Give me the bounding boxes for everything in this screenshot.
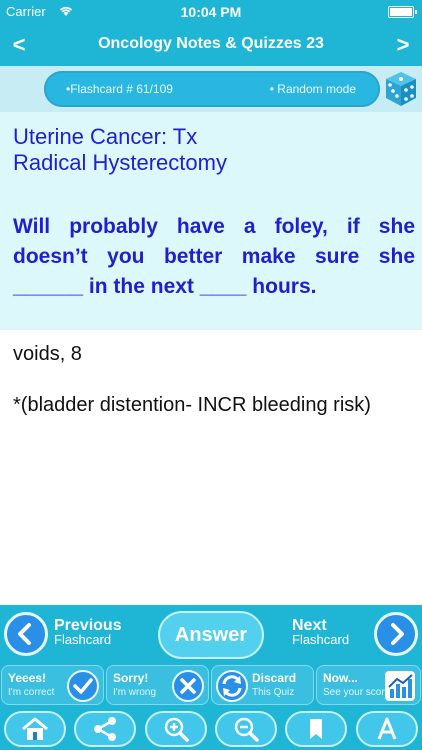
check-icon bbox=[67, 670, 99, 702]
correct-button[interactable]: Yeees! I'm correct bbox=[1, 665, 104, 705]
bookmark-icon bbox=[310, 718, 323, 739]
discard-quiz-button[interactable]: Discard This Quiz bbox=[211, 665, 314, 705]
clock: 10:04 PM bbox=[180, 4, 242, 20]
page-title: Oncology Notes & Quizzes 23 bbox=[98, 35, 324, 52]
next-button[interactable] bbox=[374, 612, 418, 656]
answer-button[interactable]: Answer bbox=[158, 611, 264, 659]
zoom-out-icon bbox=[234, 717, 259, 742]
recycle-icon bbox=[216, 670, 248, 702]
share-button[interactable] bbox=[70, 707, 140, 750]
status-bar: Carrier 10:04 PM bbox=[0, 0, 422, 24]
question-panel: Uterine Cancer: Tx Radical Hysterectomy … bbox=[0, 112, 422, 330]
arrow-right-icon bbox=[391, 623, 404, 645]
score-button[interactable]: Now... See your score bbox=[316, 665, 421, 705]
previous-title: Previous bbox=[54, 617, 122, 634]
home-button[interactable] bbox=[0, 707, 70, 750]
score-title: Now... bbox=[323, 671, 358, 685]
wrong-title: Sorry! bbox=[113, 671, 149, 685]
answer-note: *(bladder distention- INCR bleeding risk… bbox=[13, 394, 371, 416]
wrong-button[interactable]: Sorry! I'm wrong bbox=[106, 665, 209, 705]
previous-subtitle: Flashcard bbox=[54, 632, 112, 647]
dice-icon[interactable] bbox=[384, 70, 418, 108]
chart-icon bbox=[385, 671, 415, 701]
correct-title: Yeees! bbox=[8, 671, 47, 685]
next-label[interactable]: Next Flashcard bbox=[292, 617, 350, 647]
share-icon bbox=[94, 716, 117, 741]
answer-panel: voids, 8 *(bladder distention- INCR blee… bbox=[0, 330, 422, 605]
question-subtopic: Radical Hysterectomy bbox=[13, 150, 227, 175]
correct-subtitle: I'm correct bbox=[8, 687, 55, 698]
font-icon bbox=[377, 717, 397, 740]
answer-text: voids, 8 bbox=[13, 343, 82, 365]
discard-subtitle: This Quiz bbox=[252, 687, 295, 698]
wrong-subtitle: I'm wrong bbox=[113, 687, 157, 698]
zoom-out-button[interactable] bbox=[211, 707, 281, 750]
next-title: Next bbox=[292, 617, 327, 634]
info-strip: •Flashcard # 61/109 • Random mode bbox=[0, 66, 422, 112]
zoom-in-icon bbox=[164, 717, 189, 742]
chevron-left-icon[interactable]: < bbox=[4, 30, 34, 60]
zoom-in-button[interactable] bbox=[141, 707, 211, 750]
toolbar bbox=[0, 707, 422, 750]
question-text: Will probably have a foley, if she doesn… bbox=[13, 215, 415, 298]
previous-button[interactable] bbox=[4, 612, 48, 656]
score-subtitle: See your score bbox=[323, 687, 391, 698]
home-icon bbox=[22, 717, 49, 740]
card-info-pill: •Flashcard # 61/109 • Random mode bbox=[44, 71, 380, 107]
chevron-right-icon[interactable]: > bbox=[388, 30, 418, 60]
bookmark-button[interactable] bbox=[281, 707, 351, 750]
question-topic: Uterine Cancer: Tx bbox=[13, 124, 198, 149]
mode-label: • Random mode bbox=[269, 82, 356, 96]
flashcard-counter: •Flashcard # 61/109 bbox=[66, 82, 173, 96]
question-title: Uterine Cancer: Tx Radical Hysterectomy bbox=[13, 124, 413, 176]
flashcard-controls: Previous Flashcard Answer Next Flashcard bbox=[0, 605, 422, 663]
previous-label[interactable]: Previous Flashcard bbox=[54, 617, 122, 647]
score-controls: Yeees! I'm correct Sorry! I'm wrong Disc… bbox=[0, 663, 422, 707]
battery-icon bbox=[388, 6, 417, 18]
nav-bar: < Oncology Notes & Quizzes 23 > bbox=[0, 24, 422, 66]
arrow-left-icon bbox=[18, 623, 31, 645]
discard-title: Discard bbox=[252, 671, 297, 685]
x-icon bbox=[172, 670, 204, 702]
next-subtitle: Flashcard bbox=[292, 632, 350, 647]
font-button[interactable] bbox=[352, 707, 422, 750]
